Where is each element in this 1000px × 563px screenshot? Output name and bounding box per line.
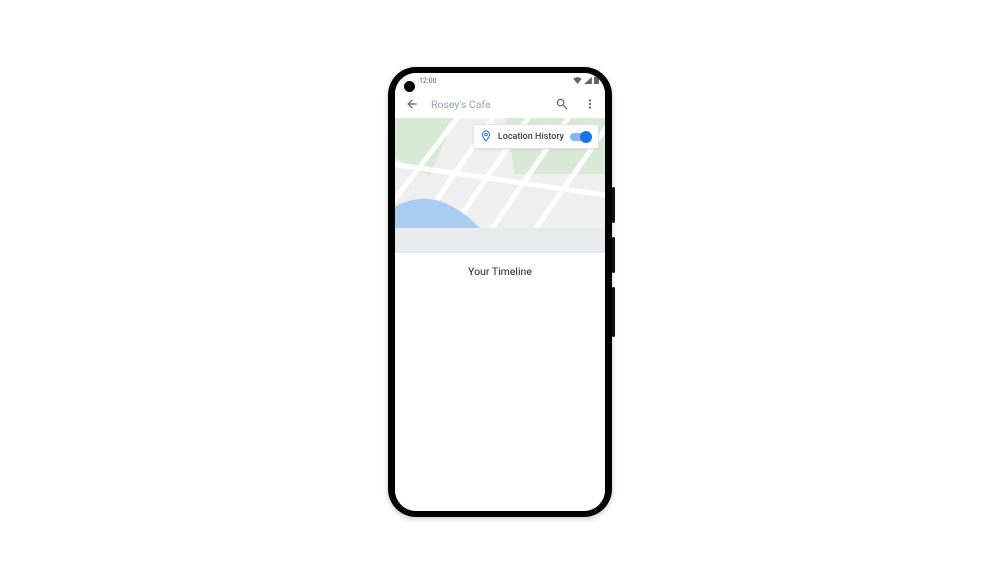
- volume-up-button: [612, 187, 615, 223]
- power-button: [612, 287, 615, 337]
- toggle-thumb: [580, 131, 592, 143]
- location-pin-icon: [480, 127, 492, 146]
- location-history-toggle[interactable]: [570, 131, 592, 143]
- search-button[interactable]: [553, 95, 571, 113]
- status-bar: 12:00: [395, 73, 605, 90]
- cellular-icon: [584, 77, 592, 84]
- location-history-label: Location History: [498, 132, 564, 142]
- back-button[interactable]: [403, 95, 421, 113]
- wifi-icon: [573, 77, 582, 84]
- search-text[interactable]: Rosey's Cafe: [431, 98, 543, 111]
- phone-frame: 12:00: [388, 67, 612, 517]
- more-vert-icon: [583, 97, 597, 111]
- timeline-title: Your Timeline: [468, 265, 532, 278]
- front-camera: [404, 81, 415, 92]
- arrow-back-icon: [405, 97, 419, 111]
- overflow-menu-button[interactable]: [581, 95, 599, 113]
- search-icon: [555, 97, 569, 111]
- phone-screen: 12:00: [395, 73, 605, 511]
- stage: 12:00: [0, 0, 1000, 563]
- battery-icon: [594, 76, 599, 84]
- status-time: 12:00: [419, 77, 436, 85]
- location-history-chip[interactable]: Location History: [473, 124, 599, 149]
- volume-down-button: [612, 237, 615, 273]
- status-icons: [573, 76, 599, 84]
- map[interactable]: Location History: [395, 118, 605, 253]
- timeline-panel: Your Timeline: [395, 253, 605, 511]
- app-bar: Rosey's Cafe: [395, 90, 605, 118]
